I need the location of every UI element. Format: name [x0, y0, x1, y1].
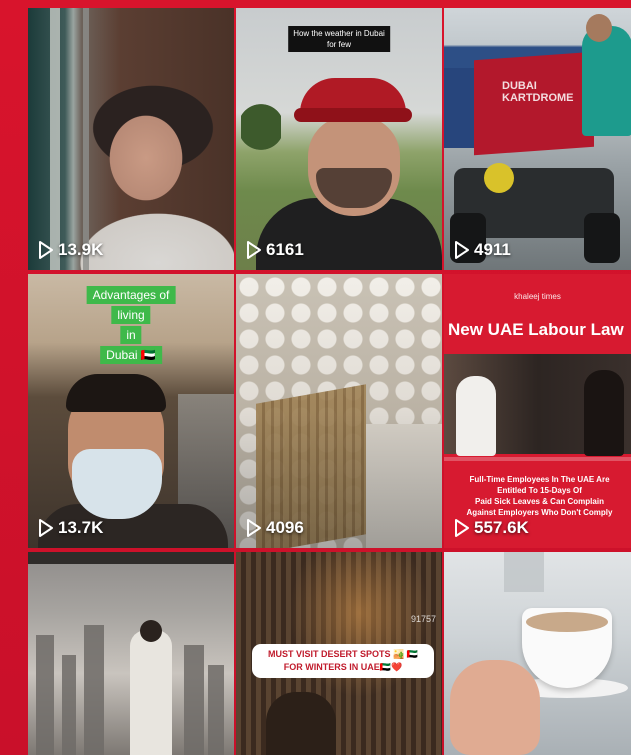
sign-number: 91757	[410, 614, 436, 624]
door-frame	[50, 8, 60, 270]
play-icon	[246, 241, 261, 259]
window-frame	[28, 552, 234, 564]
view-count-text: 4096	[266, 518, 304, 537]
view-count-text: 557.6K	[474, 518, 529, 537]
video-thumbnail-7[interactable]	[28, 552, 234, 755]
play-icon	[246, 519, 261, 537]
profile-video-grid-frame: 13.9K How the weather in Dubai for few 6…	[0, 0, 631, 755]
video-thumbnail-6[interactable]: khaleej times New UAE Labour Law Full-Ti…	[444, 274, 631, 548]
view-count: 4911	[454, 240, 511, 260]
view-count: 13.7K	[38, 518, 103, 538]
cap-brim	[294, 108, 412, 122]
view-count-text: 13.9K	[58, 240, 104, 259]
person-in-kandura	[130, 630, 172, 755]
hand-silhouette	[266, 692, 336, 755]
man-in-kandura	[456, 376, 496, 456]
caption-line-1: Advantages of	[86, 286, 176, 304]
news-body-text: Full-Time Employees In The UAE Are Entit…	[466, 475, 613, 517]
caption-line-3: in	[120, 326, 142, 344]
video-thumbnail-1[interactable]: 13.9K	[28, 8, 234, 270]
kart-wheel	[584, 213, 620, 263]
caption-line-4: Dubai 🇦🇪	[100, 346, 162, 364]
caption-line-2: living	[111, 306, 151, 324]
view-count: 13.9K	[38, 240, 103, 260]
view-count-text: 6161	[266, 240, 304, 259]
play-icon	[38, 241, 53, 259]
helmet	[484, 163, 514, 193]
video-thumbnail-5[interactable]: 4096	[236, 274, 442, 548]
person-head	[140, 620, 162, 642]
hand	[450, 660, 540, 755]
video-thumbnail-4[interactable]: Advantages of living in Dubai 🇦🇪 13.7K	[28, 274, 234, 548]
tea	[526, 612, 608, 632]
palm-tree	[241, 103, 281, 163]
skyline-building	[184, 645, 204, 755]
video-caption: How the weather in Dubai for few	[288, 26, 390, 52]
door-edge	[83, 8, 89, 270]
banner-logo-text: DUBAI KARTDROME	[502, 80, 574, 104]
person-head	[586, 14, 612, 42]
person-hair	[66, 374, 166, 412]
view-count: 557.6K	[454, 518, 529, 538]
view-count-text: 13.7K	[58, 518, 104, 537]
play-icon	[454, 519, 469, 537]
background-building	[504, 552, 544, 592]
view-count: 6161	[246, 240, 304, 260]
video-thumbnail-9[interactable]	[444, 552, 631, 755]
video-thumbnail-8[interactable]: 91757 MUST VISIT DESERT SPOTS 🏜️ 🇦🇪 FOR …	[236, 552, 442, 755]
view-count-text: 4911	[474, 240, 511, 259]
video-thumbnail-2[interactable]: How the weather in Dubai for few 6161	[236, 8, 442, 270]
play-icon	[38, 519, 53, 537]
video-caption: MUST VISIT DESERT SPOTS 🏜️ 🇦🇪 FOR WINTER…	[252, 644, 434, 678]
skyline-building	[36, 635, 54, 755]
divider	[444, 457, 631, 461]
skyline-building	[84, 625, 104, 755]
image-shade	[236, 274, 442, 548]
skyline-building	[208, 665, 224, 755]
video-grid: 13.9K How the weather in Dubai for few 6…	[28, 8, 631, 755]
play-icon	[454, 241, 469, 259]
publisher-logo: khaleej times	[514, 292, 561, 301]
skyline-building	[62, 655, 76, 755]
video-thumbnail-3[interactable]: DUBAI KARTDROME 4911	[444, 8, 631, 270]
news-headline: New UAE Labour Law	[448, 320, 624, 339]
view-count: 4096	[246, 518, 304, 538]
woman-in-black	[584, 370, 624, 456]
person-standing	[582, 26, 631, 136]
face-mask	[72, 449, 162, 519]
